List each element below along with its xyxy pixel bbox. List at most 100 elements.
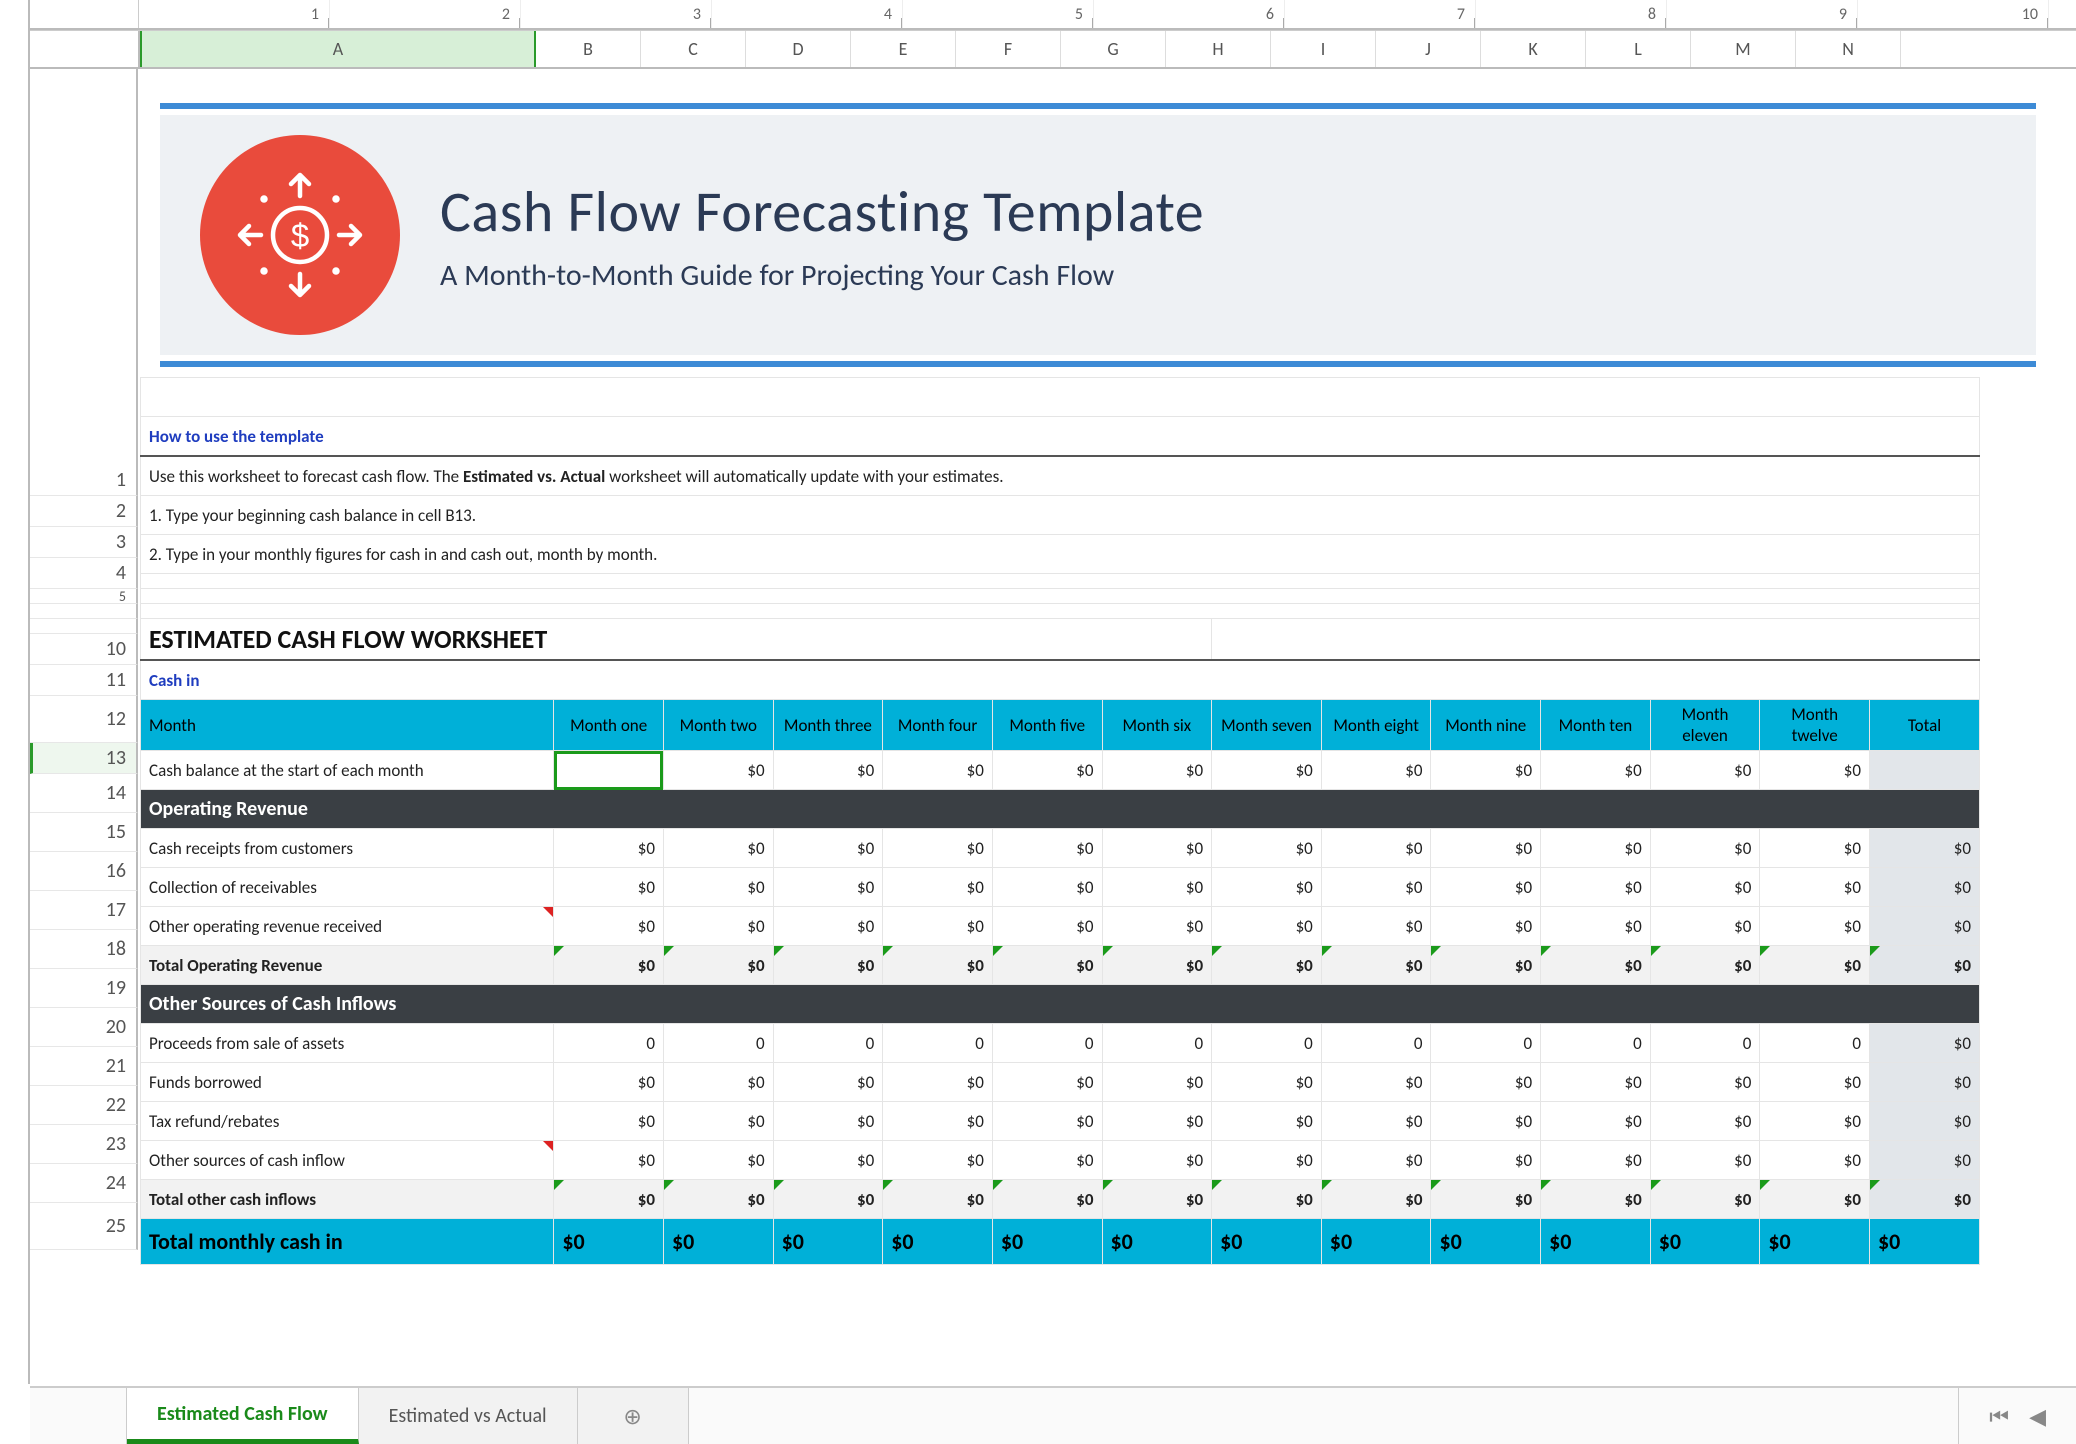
row-header[interactable]: 3	[30, 527, 138, 558]
cell[interactable]: $0	[1541, 1219, 1651, 1265]
cell[interactable]: $0	[1102, 1219, 1212, 1265]
cell[interactable]: $0	[992, 1141, 1102, 1180]
header-month-3[interactable]: Month three	[773, 700, 883, 751]
row-header[interactable]: 11	[30, 665, 138, 696]
row-label[interactable]: Funds borrowed	[141, 1063, 554, 1102]
cell[interactable]: $0	[663, 1219, 773, 1265]
cell[interactable]	[141, 604, 1980, 619]
cell[interactable]: $0	[1212, 1141, 1322, 1180]
cell[interactable]: $0	[883, 1180, 993, 1219]
cell[interactable]: $0	[992, 868, 1102, 907]
cell[interactable]: 0	[1541, 1024, 1651, 1063]
header-month-5[interactable]: Month five	[992, 700, 1102, 751]
cell-start-balance[interactable]: $0	[1650, 751, 1760, 790]
cell[interactable]: $0	[992, 1102, 1102, 1141]
cell[interactable]: $0	[663, 946, 773, 985]
column-header-a[interactable]: A	[140, 31, 536, 67]
cell-start-balance[interactable]: $0	[1541, 751, 1651, 790]
row-header[interactable]: 1	[30, 465, 138, 496]
row-header[interactable]: 16	[30, 852, 138, 891]
cell[interactable]: $0	[1321, 1063, 1431, 1102]
intro-line-1[interactable]: Use this worksheet to forecast cash flow…	[141, 456, 1980, 496]
cell[interactable]: $0	[883, 1219, 993, 1265]
row-header[interactable]: 17	[30, 891, 138, 930]
row-label[interactable]: Collection of receivables	[141, 868, 554, 907]
cell[interactable]: $0	[1321, 1180, 1431, 1219]
row-label[interactable]: Tax refund/rebates	[141, 1102, 554, 1141]
cell[interactable]: $0	[1760, 907, 1870, 946]
column-header-j[interactable]: J	[1376, 31, 1481, 67]
cell[interactable]: 0	[1212, 1024, 1322, 1063]
cell[interactable]: $0	[663, 1180, 773, 1219]
cell[interactable]: $0	[1321, 829, 1431, 868]
cell[interactable]: $0	[1102, 1180, 1212, 1219]
cell[interactable]: $0	[1760, 829, 1870, 868]
cell[interactable]: $0	[1321, 868, 1431, 907]
cell[interactable]: $0	[1541, 868, 1651, 907]
cell[interactable]: $0	[1102, 1063, 1212, 1102]
row-total-other[interactable]: Total other cash inflows	[141, 1180, 554, 1219]
cell[interactable]: $0	[1102, 907, 1212, 946]
header-month-4[interactable]: Month four	[883, 700, 993, 751]
row-headers[interactable]: 1234510111213141516171819202122232425	[30, 68, 138, 1384]
cell-start-balance[interactable]: $0	[1212, 751, 1322, 790]
cell[interactable]: $0	[663, 1102, 773, 1141]
cell[interactable]: $0	[1870, 1063, 1980, 1102]
cell[interactable]: $0	[1431, 868, 1541, 907]
cell[interactable]: $0	[1102, 946, 1212, 985]
header-month-10[interactable]: Month ten	[1541, 700, 1651, 751]
cell[interactable]: $0	[554, 1063, 664, 1102]
cell[interactable]: $0	[773, 1141, 883, 1180]
row-header[interactable]: 10	[30, 634, 138, 665]
cell[interactable]: $0	[773, 1180, 883, 1219]
column-headers[interactable]: ABCDEFGHIJKLMN	[30, 30, 2076, 69]
cell[interactable]: $0	[1431, 1141, 1541, 1180]
row-header[interactable]: 2	[30, 496, 138, 527]
cell[interactable]: 0	[883, 1024, 993, 1063]
header-month-12[interactable]: Month twelve	[1760, 700, 1870, 751]
row-header[interactable]: 5	[30, 589, 138, 604]
cell[interactable]: $0	[1650, 1180, 1760, 1219]
cell[interactable]: $0	[1212, 1063, 1322, 1102]
cell[interactable]: $0	[1760, 1102, 1870, 1141]
cell[interactable]: $0	[773, 946, 883, 985]
header-month-9[interactable]: Month nine	[1431, 700, 1541, 751]
cell[interactable]: $0	[1650, 907, 1760, 946]
header-month-8[interactable]: Month eight	[1321, 700, 1431, 751]
column-header-f[interactable]: F	[956, 31, 1061, 67]
cell[interactable]: $0	[1760, 868, 1870, 907]
cell[interactable]: 0	[554, 1024, 664, 1063]
cell[interactable]: $0	[1212, 868, 1322, 907]
cell[interactable]: $0	[1102, 868, 1212, 907]
header-month-13[interactable]: Total	[1870, 700, 1980, 751]
cell[interactable]: $0	[883, 907, 993, 946]
cell[interactable]: $0	[1212, 1102, 1322, 1141]
cell[interactable]: 0	[1650, 1024, 1760, 1063]
add-sheet-button[interactable]: ⊕	[578, 1388, 689, 1444]
column-header-h[interactable]: H	[1166, 31, 1271, 67]
column-header-c[interactable]: C	[641, 31, 746, 67]
header-month-2[interactable]: Month two	[663, 700, 773, 751]
intro-line2[interactable]: 1. Type your beginning cash balance in c…	[141, 496, 1980, 535]
row-label[interactable]: Other sources of cash inflow	[141, 1141, 554, 1180]
cell[interactable]: $0	[554, 1141, 664, 1180]
row-header[interactable]: 22	[30, 1086, 138, 1125]
cell[interactable]: $0	[663, 829, 773, 868]
column-header-i[interactable]: I	[1271, 31, 1376, 67]
cell[interactable]: $0	[1650, 1219, 1760, 1265]
column-header-k[interactable]: K	[1481, 31, 1586, 67]
cell[interactable]: $0	[773, 1102, 883, 1141]
cell[interactable]: $0	[992, 1063, 1102, 1102]
cell[interactable]: $0	[1870, 946, 1980, 985]
cell[interactable]: $0	[554, 1102, 664, 1141]
cell[interactable]: $0	[1431, 1063, 1541, 1102]
cell[interactable]: $0	[1212, 1219, 1322, 1265]
cell[interactable]: $0	[1431, 829, 1541, 868]
cell[interactable]: $0	[1870, 1180, 1980, 1219]
cell[interactable]: $0	[1650, 829, 1760, 868]
cell[interactable]: $0	[554, 829, 664, 868]
cell[interactable]: $0	[1760, 1180, 1870, 1219]
cell[interactable]: $0	[992, 1180, 1102, 1219]
column-header-n[interactable]: N	[1796, 31, 1901, 67]
column-header-e[interactable]: E	[851, 31, 956, 67]
